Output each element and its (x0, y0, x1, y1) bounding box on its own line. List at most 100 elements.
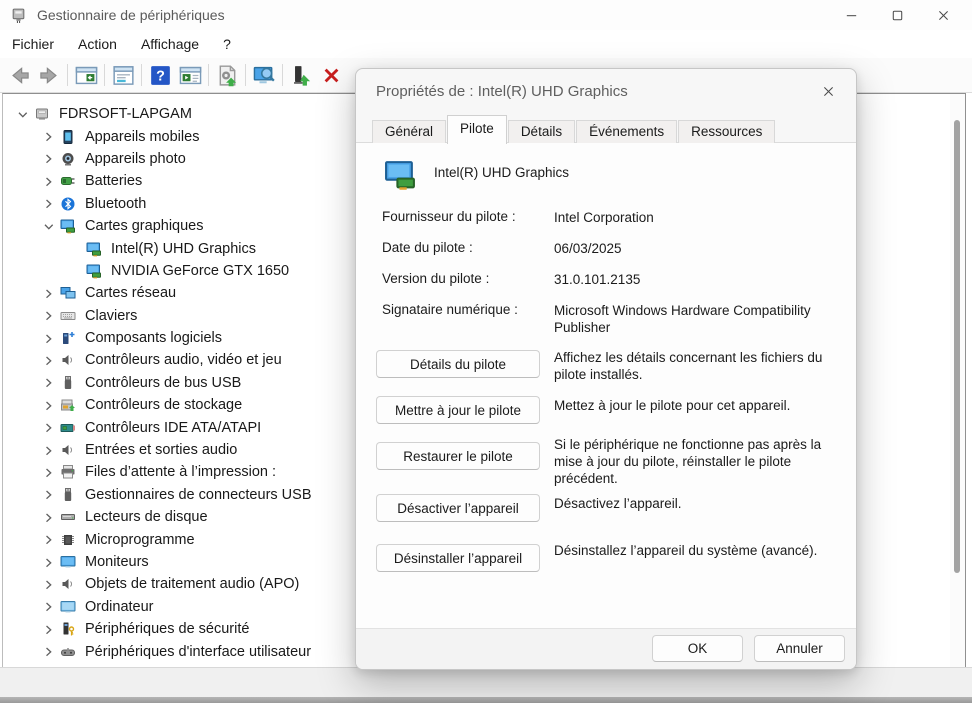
firmware-icon (59, 532, 77, 548)
tree-item-label: Ordinateur (85, 599, 154, 615)
menu-fichier[interactable]: Fichier (10, 33, 66, 55)
chevron-right-icon[interactable] (37, 621, 59, 637)
tree-item-label: Périphériques de sécurité (85, 621, 249, 637)
tab-general[interactable]: Général (372, 120, 446, 143)
tree-item-label: Contrôleurs de bus USB (85, 375, 241, 391)
restaurer-le-pilote-button[interactable]: Restaurer le pilote (376, 442, 540, 470)
vertical-scrollbar[interactable] (950, 94, 965, 667)
action-pane-button[interactable] (175, 61, 205, 89)
scrollbar-thumb[interactable] (954, 120, 960, 573)
action-description: Affichez les détails concernant les fich… (554, 349, 846, 383)
action-row: Détails du piloteAffichez les détails co… (376, 350, 846, 378)
chevron-right-icon[interactable] (37, 554, 59, 570)
toolbar-separator (282, 64, 283, 86)
close-icon (936, 8, 951, 23)
ide-icon (59, 420, 77, 436)
close-button[interactable] (920, 0, 966, 30)
tree-item-label: Contrôleurs IDE ATA/ATAPI (85, 420, 261, 436)
enable-device-button[interactable] (286, 61, 316, 89)
chevron-right-icon[interactable] (37, 532, 59, 548)
chevron-right-icon[interactable] (37, 285, 59, 301)
chevron-right-icon[interactable] (37, 196, 59, 212)
horizontal-scrollbar-area[interactable] (0, 667, 972, 697)
tree-item-label: Composants logiciels (85, 330, 222, 346)
tree-item-label: Batteries (85, 173, 142, 189)
tab-pilote[interactable]: Pilote (447, 115, 507, 144)
chevron-right-icon[interactable] (37, 644, 59, 660)
details-du-pilote-button[interactable]: Détails du pilote (376, 350, 540, 378)
menu-affichage[interactable]: Affichage (129, 33, 211, 55)
storage-icon (59, 397, 77, 413)
chevron-right-icon[interactable] (37, 151, 59, 167)
menu-bar: FichierActionAffichage? (0, 30, 972, 58)
chevron-right-icon[interactable] (37, 330, 59, 346)
enable-device-icon (290, 64, 313, 87)
toolbar-separator (104, 64, 105, 86)
update-driver-button[interactable] (212, 61, 242, 89)
ok-button[interactable]: OK (652, 635, 743, 662)
mettre-a-jour-le-pilote-button[interactable]: Mettre à jour le pilote (376, 396, 540, 424)
forward-button[interactable] (34, 61, 64, 89)
tree-item-label: Gestionnaires de connecteurs USB (85, 487, 312, 503)
security-device-icon (59, 621, 77, 637)
speaker-icon (59, 576, 77, 592)
desactiver-l-appareil-button[interactable]: Désactiver l’appareil (376, 494, 540, 522)
cancel-button[interactable]: Annuler (754, 635, 845, 662)
tree-item-label: Appareils photo (85, 151, 186, 167)
field-label: Version du pilote : (382, 271, 554, 288)
chevron-right-icon[interactable] (37, 442, 59, 458)
chevron-right-icon[interactable] (37, 420, 59, 436)
gpu-icon (85, 241, 103, 257)
chevron-right-icon[interactable] (37, 352, 59, 368)
maximize-button[interactable] (874, 0, 920, 30)
field-value: 06/03/2025 (554, 240, 846, 257)
desinstaller-l-appareil-button[interactable]: Désinstaller l’appareil (376, 544, 540, 572)
chevron-right-icon[interactable] (37, 129, 59, 145)
chevron-right-icon[interactable] (37, 487, 59, 503)
properties-button[interactable] (108, 61, 138, 89)
chevron-right-icon[interactable] (37, 464, 59, 480)
dialog-close-button[interactable] (810, 77, 846, 105)
menu-action[interactable]: Action (66, 33, 129, 55)
tree-item-label: Périphériques d'interface utilisateur (85, 644, 311, 660)
menu-item[interactable]: ? (211, 33, 243, 55)
back-button[interactable] (4, 61, 34, 89)
chevron-right-icon[interactable] (37, 173, 59, 189)
chevron-right-icon[interactable] (37, 509, 59, 525)
chevron-down-icon[interactable] (11, 106, 33, 122)
dialog-footer: OK Annuler (356, 628, 856, 669)
field-row: Signataire numérique :Microsoft Windows … (382, 302, 846, 336)
console-tree-icon (75, 64, 98, 87)
chevron-down-icon[interactable] (37, 218, 59, 234)
field-row: Date du pilote :06/03/2025 (382, 240, 846, 257)
action-description: Si le périphérique ne fonctionne pas apr… (554, 436, 846, 487)
gpu-icon (85, 263, 103, 279)
tab-details[interactable]: Détails (508, 120, 575, 143)
chevron-right-icon[interactable] (37, 599, 59, 615)
tab-evenements[interactable]: Événements (576, 120, 677, 143)
scan-hardware-button[interactable] (249, 61, 279, 89)
close-icon (821, 84, 836, 99)
properties-dialog: Propriétés de : Intel(R) UHD Graphics Gé… (355, 68, 857, 670)
minimize-button[interactable] (828, 0, 874, 30)
forward-icon (38, 64, 61, 87)
chevron-right-icon[interactable] (37, 308, 59, 324)
console-tree-button[interactable] (71, 61, 101, 89)
printer-icon (59, 464, 77, 480)
field-label: Signataire numérique : (382, 302, 554, 336)
chevron-right-icon[interactable] (37, 397, 59, 413)
toolbar-separator (245, 64, 246, 86)
tree-item-label: Claviers (85, 308, 137, 324)
tab-ressources[interactable]: Ressources (678, 120, 775, 143)
help-button[interactable]: ? (145, 61, 175, 89)
uninstall-device-button[interactable] (316, 61, 346, 89)
action-row: Mettre à jour le piloteMettez à jour le … (376, 396, 846, 424)
battery-icon (59, 173, 77, 189)
chevron-right-icon[interactable] (37, 375, 59, 391)
chevron-spacer (63, 263, 85, 279)
gpu-icon (382, 158, 419, 191)
action-description: Désactivez l’appareil. (554, 495, 846, 512)
toolbar-separator (141, 64, 142, 86)
properties-icon (112, 64, 135, 87)
chevron-right-icon[interactable] (37, 576, 59, 592)
